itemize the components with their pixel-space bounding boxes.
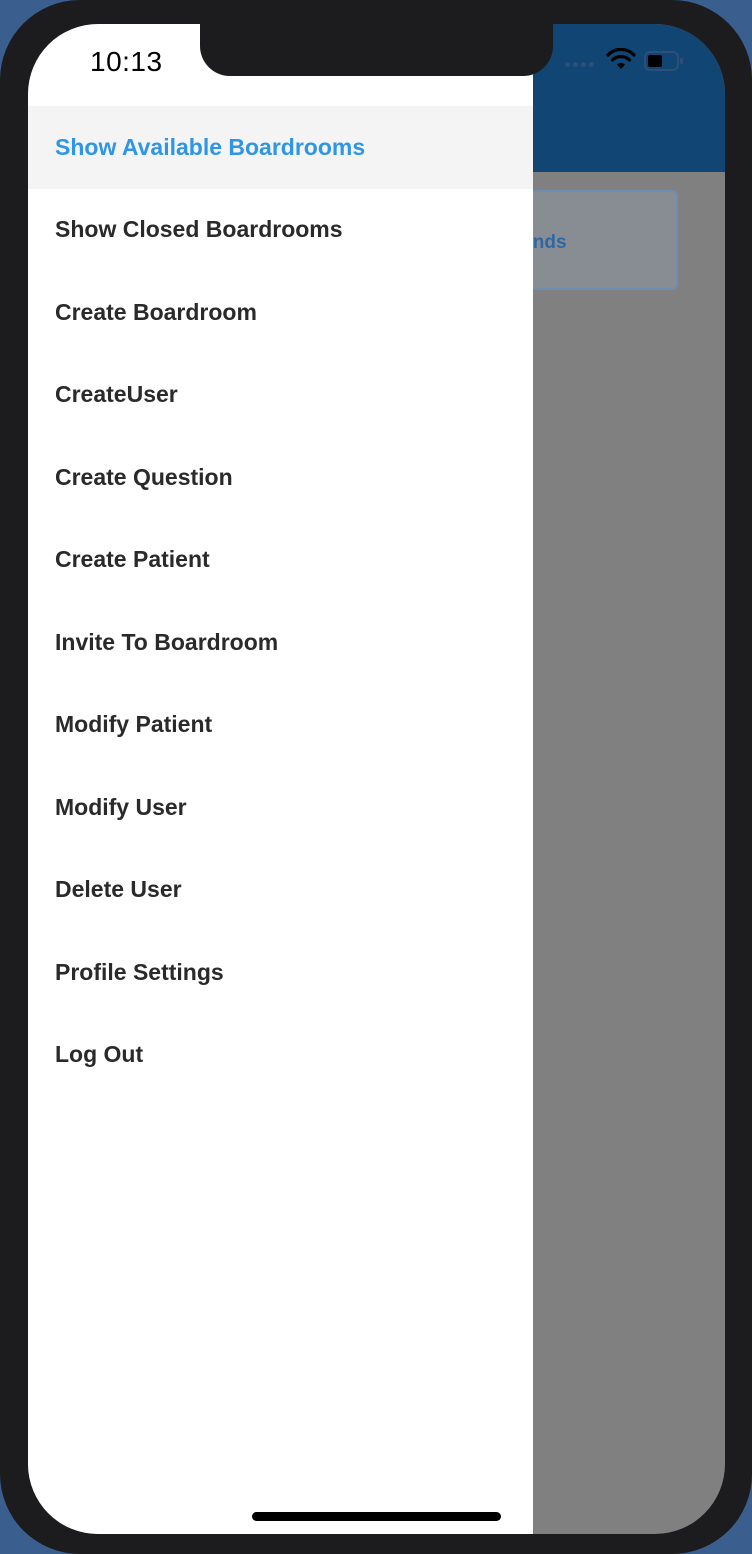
drawer-item-create-patient[interactable]: Create Patient — [28, 519, 533, 602]
home-indicator[interactable] — [252, 1512, 501, 1521]
drawer-item-label: Modify Patient — [55, 711, 213, 738]
drawer-item-delete-user[interactable]: Delete User — [28, 849, 533, 932]
smiley-icon — [734, 0, 752, 26]
drawer-item-label: Delete User — [55, 876, 182, 903]
navigation-drawer: 10:13 Show Available Boardrooms Show Clos… — [28, 24, 533, 1534]
drawer-item-label: Invite To Boardroom — [55, 628, 279, 655]
phone-frame: econds 10:13 Show Available Boardrooms Sh… — [0, 0, 752, 1554]
drawer-item-create-question[interactable]: Create Question — [28, 436, 533, 519]
screen: econds 10:13 Show Available Boardrooms Sh… — [28, 24, 725, 1534]
drawer-item-label: Create Patient — [55, 546, 210, 573]
drawer-item-profile-settings[interactable]: Profile Settings — [28, 931, 533, 1014]
drawer-item-label: CreateUser — [55, 381, 178, 408]
device-notch — [200, 24, 553, 76]
drawer-item-invite-to-boardroom[interactable]: Invite To Boardroom — [28, 601, 533, 684]
drawer-item-show-available-boardrooms[interactable]: Show Available Boardrooms — [28, 106, 533, 189]
drawer-item-label: Modify User — [55, 793, 187, 820]
drawer-item-label: Show Available Boardrooms — [55, 133, 366, 160]
drawer-item-create-boardroom[interactable]: Create Boardroom — [28, 271, 533, 354]
drawer-item-createuser[interactable]: CreateUser — [28, 354, 533, 437]
drawer-menu: Show Available Boardrooms Show Closed Boa… — [28, 106, 533, 1096]
drawer-item-label: Create Question — [55, 463, 233, 490]
drawer-item-modify-user[interactable]: Modify User — [28, 766, 533, 849]
signal-dots-icon — [565, 62, 594, 67]
drawer-item-log-out[interactable]: Log Out — [28, 1014, 533, 1097]
drawer-item-label: Create Boardroom — [55, 298, 257, 325]
wifi-icon — [606, 48, 636, 69]
battery-icon — [644, 51, 683, 71]
drawer-item-modify-patient[interactable]: Modify Patient — [28, 684, 533, 767]
status-time: 10:13 — [90, 46, 163, 77]
drawer-item-label: Profile Settings — [55, 958, 224, 985]
drawer-item-show-closed-boardrooms[interactable]: Show Closed Boardrooms — [28, 189, 533, 272]
drawer-item-label: Log Out — [55, 1041, 144, 1068]
drawer-item-label: Show Closed Boardrooms — [55, 216, 343, 243]
